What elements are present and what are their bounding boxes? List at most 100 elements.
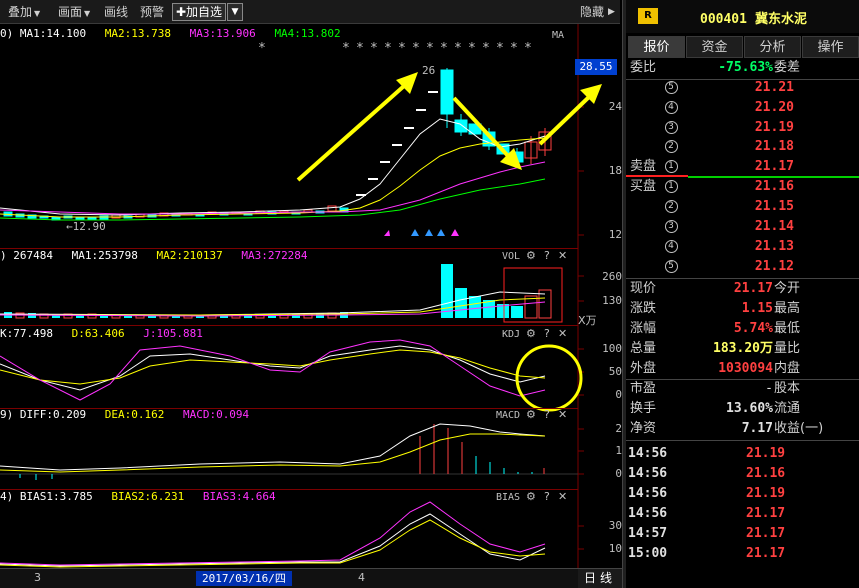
- stat-label: 股本: [774, 381, 801, 396]
- ma-legend: 0) MA1:14.100 MA2:13.738 MA3:13.906 MA4:…: [0, 27, 353, 41]
- buy-level-1: 买盘 1 21.16: [626, 177, 859, 197]
- sell-label: 卖盘: [630, 159, 657, 174]
- alert-button[interactable]: 预警: [140, 0, 164, 24]
- axis-label: 100: [602, 342, 622, 355]
- macd-close-icon[interactable]: ✕: [558, 408, 567, 421]
- kdj-help-icon[interactable]: ?: [544, 327, 550, 340]
- level-price: 21.20: [754, 100, 794, 115]
- divider: [626, 440, 859, 441]
- level-index: 3: [664, 121, 678, 134]
- sell-level-3: 3 21.19: [626, 118, 859, 138]
- axis-label: 0: [615, 467, 622, 480]
- svg-text:*: *: [468, 41, 476, 56]
- tab-funds[interactable]: 资金: [686, 36, 743, 58]
- stat-row-pe: 市盈 - 股本: [626, 379, 859, 399]
- macd-help-icon[interactable]: ?: [544, 408, 550, 421]
- level-number: 5: [661, 257, 681, 277]
- chevron-right-icon[interactable]: ▶: [608, 0, 615, 24]
- macd-legend: 9) DIFF:0.209 DEA:0.162 MACD:0.094: [0, 408, 261, 422]
- kdj-close-icon[interactable]: ✕: [558, 327, 567, 340]
- kdj-lines: [0, 339, 583, 412]
- ma2-line: [0, 137, 546, 218]
- stat-label: 换手: [630, 401, 657, 416]
- vol-close-icon[interactable]: ✕: [558, 249, 567, 262]
- legend-bias2: BIAS2:6.231: [111, 490, 185, 503]
- low-price-value: 12.90: [72, 220, 106, 233]
- sell-level-2: 2 21.18: [626, 137, 859, 157]
- bias-lines: [0, 501, 546, 568]
- stat-row-current: 现价 21.17 今开: [626, 279, 859, 299]
- bias-settings-icon[interactable]: ⚙: [526, 490, 536, 503]
- chart-area: * * * * * * * * * * * * * * * 0) MA1:14.…: [0, 24, 622, 588]
- stat-label: 现价: [630, 281, 657, 296]
- svg-text:*: *: [370, 41, 378, 56]
- vol-help-icon[interactable]: ?: [544, 249, 550, 262]
- axis-label: 1: [615, 444, 622, 457]
- legend-dea: DEA:0.162: [104, 408, 165, 421]
- order-ratio-row: 委比 -75.63% 委差: [626, 58, 859, 78]
- tick-row: 14:56 21.19: [626, 484, 859, 504]
- svg-text:*: *: [510, 41, 518, 56]
- level-index: 4: [664, 101, 678, 114]
- signal-triangles: [384, 229, 459, 236]
- main-pane-tag: MA: [552, 30, 565, 41]
- kdj-settings-icon[interactable]: ⚙: [526, 327, 536, 340]
- order-ratio-value: -75.63%: [718, 60, 773, 75]
- kdj-legend: K:77.498 D:63.406 J:105.881: [0, 327, 215, 341]
- hide-panel-button[interactable]: 隐藏: [580, 0, 604, 24]
- watchlist-dropdown[interactable]: ▼: [227, 3, 243, 21]
- level-price: 21.15: [754, 199, 794, 214]
- svg-text:*: *: [398, 41, 406, 56]
- signal-markers: * * * * * * * * * * * * * * *: [258, 41, 532, 56]
- legend-vol-ma1: MA1:253798: [71, 249, 138, 262]
- level-number: 5: [661, 78, 681, 98]
- level-price: 21.13: [754, 239, 794, 254]
- tick-time: 14:56: [628, 446, 668, 461]
- macd-pane-tag: MACD: [496, 410, 521, 421]
- tick-time: 14:56: [628, 486, 668, 501]
- level-price: 21.12: [754, 259, 794, 274]
- bias-close-icon[interactable]: ✕: [558, 490, 567, 503]
- svg-text:*: *: [412, 41, 420, 56]
- ma3-line: [0, 161, 546, 215]
- axis-label: 12: [608, 228, 622, 241]
- svg-text:*: *: [440, 41, 448, 56]
- tick-price: 21.19: [746, 486, 786, 501]
- period-button[interactable]: 日线: [578, 569, 622, 588]
- stat-label: 市盈: [630, 381, 657, 396]
- tab-analysis[interactable]: 分析: [744, 36, 801, 58]
- bias-legend: 4) BIAS1:3.785 BIAS2:6.231 BIAS3:4.664: [0, 490, 288, 504]
- tick-price: 21.17: [746, 546, 786, 561]
- tick-price: 21.16: [746, 466, 786, 481]
- view-menu[interactable]: 画面 ▼: [58, 0, 90, 24]
- legend-ma1: 0) MA1:14.100: [0, 27, 87, 40]
- tab-quote[interactable]: 报价: [628, 36, 685, 58]
- axis-label: 130: [602, 294, 622, 307]
- macd-settings-icon[interactable]: ⚙: [526, 408, 536, 421]
- stat-label: 最低: [774, 321, 801, 336]
- stat-row-outer: 外盘 1030094 内盘: [626, 359, 859, 379]
- overlay-menu[interactable]: 叠加 ▼: [8, 0, 40, 24]
- margin-badge: R: [638, 8, 658, 24]
- draw-line-button[interactable]: 画线: [104, 0, 128, 24]
- stock-header: R 000401 冀东水泥: [626, 0, 859, 33]
- level-index: 1: [664, 180, 678, 193]
- vol-unit-label: X万: [578, 314, 597, 327]
- tab-trade[interactable]: 操作: [802, 36, 859, 58]
- stat-label: 涨幅: [630, 321, 657, 336]
- stat-label: 今开: [774, 281, 801, 296]
- sell-level-4: 4 21.20: [626, 98, 859, 118]
- level-number: 2: [661, 137, 681, 157]
- level-price: 21.17: [754, 159, 794, 174]
- stat-row-percent: 涨幅 5.74% 最低: [626, 319, 859, 339]
- vol-settings-icon[interactable]: ⚙: [526, 249, 536, 262]
- buy-level-5: 5 21.12: [626, 257, 859, 277]
- level-index: 4: [664, 240, 678, 253]
- svg-text:*: *: [384, 41, 392, 56]
- bias-help-icon[interactable]: ?: [544, 490, 550, 503]
- add-watchlist-button[interactable]: ✚加自选: [172, 3, 227, 21]
- pane-divider: [0, 325, 578, 326]
- stat-label: 最高: [774, 301, 801, 316]
- view-label: 画面: [58, 5, 83, 19]
- stat-value: 1.15: [741, 301, 773, 316]
